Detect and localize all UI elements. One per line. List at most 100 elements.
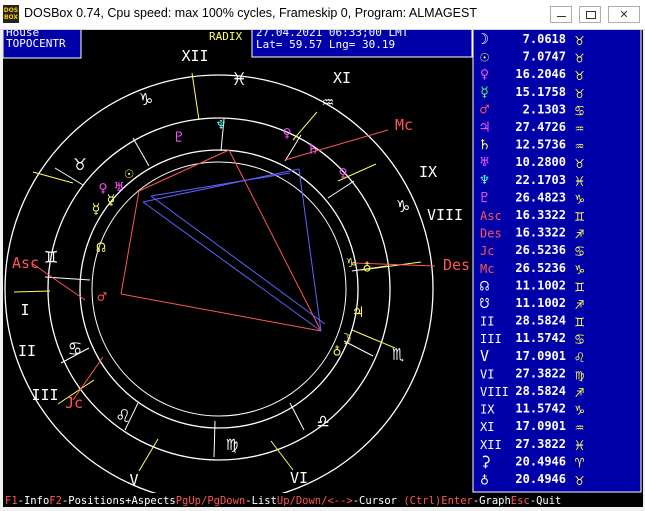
svg-text:Des: Des (443, 256, 470, 274)
dosbox-icon: DOS BOX (3, 5, 19, 23)
minimize-button[interactable] (550, 6, 572, 23)
status-line: F1-InfoF2-Positions+AspectsPgUp/PgDown-L… (5, 495, 561, 507)
sun-row-sign: ♉ (575, 49, 584, 67)
svg-text:♆: ♆ (216, 116, 225, 134)
jupiter-row-glyph: ♃ (480, 118, 489, 136)
mc-row-value: 26.5236 (515, 261, 566, 275)
svg-text:VIII: VIII (427, 206, 463, 224)
svg-text:♑: ♑ (346, 253, 355, 271)
svg-text:☊: ☊ (96, 238, 105, 256)
window-title: DOSBox 0.74, Cpu speed: max 100% cycles,… (24, 6, 477, 20)
svg-text:IX: IX (419, 163, 437, 181)
close-button[interactable]: ✕ (608, 6, 640, 23)
svg-text:♇: ♇ (174, 128, 183, 146)
svg-text:Jc: Jc (65, 394, 83, 412)
svg-text:♓: ♓ (233, 66, 245, 90)
svg-text:☿: ☿ (91, 200, 100, 218)
house-11-row-glyph: XI (480, 420, 494, 434)
svg-text:♏: ♏ (392, 341, 404, 365)
radix-label: RADIX (209, 30, 242, 43)
svg-text:Asc: Asc (12, 254, 39, 272)
south-node-row-glyph: ☋ (480, 294, 489, 312)
house-6-row-glyph: VI (480, 367, 494, 381)
house-12-row-glyph: XII (480, 438, 502, 452)
esc-quit-label: -Quit (530, 495, 562, 507)
f1-info-label: -Info (18, 495, 50, 507)
ceres-row-sign: ♈ (575, 453, 584, 471)
ceres-row-value: 20.4946 (515, 454, 566, 468)
f1-info-key[interactable]: F1 (5, 495, 18, 507)
svg-text:II: II (18, 342, 36, 360)
north-node-row-glyph: ☊ (480, 276, 489, 294)
svg-text:♅: ♅ (114, 178, 123, 196)
jc-row-value: 26.5236 (515, 243, 566, 257)
f2-positions-key[interactable]: F2 (49, 495, 62, 507)
pluto-row-sign: ♑ (575, 189, 584, 207)
uranus-row-sign: ♉ (575, 154, 584, 172)
venus-row-glyph: ♀ (480, 65, 489, 83)
neptune-row-value: 22.1703 (515, 173, 566, 187)
moon-row-sign: ♉ (575, 31, 584, 49)
house-8-row-sign: ♐ (575, 383, 584, 401)
title-bar[interactable]: DOS BOX DOSBox 0.74, Cpu speed: max 100% … (0, 0, 645, 30)
svg-text:♒: ♒ (322, 89, 334, 113)
svg-text:♎: ♎ (317, 409, 329, 433)
pgup-pgdown-list-key[interactable]: PgUp/PgDown (176, 495, 246, 507)
uranus-row-value: 10.2800 (515, 155, 566, 169)
esc-quit-key[interactable]: Esc (511, 495, 530, 507)
coords-text: Lat= 59.57 Lng= 30.19 (256, 38, 395, 51)
sun-row-value: 7.0747 (523, 50, 566, 64)
close-icon: ✕ (619, 8, 629, 21)
svg-text:♁: ♁ (362, 257, 371, 275)
neptune-row-sign: ♓ (575, 172, 584, 190)
jc-row-sign: ♋ (575, 242, 584, 260)
house-2-row-sign: ♊ (575, 313, 584, 331)
svg-text:♊: ♊ (45, 244, 57, 268)
svg-text:♀: ♀ (282, 124, 291, 142)
status-bar-items: F1-InfoF2-Positions+AspectsPgUp/PgDown-L… (5, 495, 561, 507)
asc-row-value: 16.3322 (515, 208, 566, 222)
pgup-pgdown-list-label: -List (245, 495, 277, 507)
jc-row-glyph: Jc (480, 244, 494, 258)
svg-text:VI: VI (290, 469, 308, 487)
svg-text:♑: ♑ (397, 193, 409, 217)
des-row-glyph: Des (480, 227, 502, 241)
dos-screen[interactable]: House TOPOCENTR RADIX 27.04.2021 06:33;0… (2, 25, 643, 507)
svg-text:♀: ♀ (338, 164, 347, 182)
svg-text:♑: ♑ (140, 86, 152, 110)
south-node-row-value: 11.1002 (515, 296, 566, 310)
ceres-row-glyph: ⚳ (480, 452, 491, 470)
venus-row-sign: ♉ (575, 66, 584, 84)
saturn-row-value: 12.5736 (515, 138, 566, 152)
maximize-button[interactable] (579, 6, 601, 23)
house-6-row-sign: ♍ (575, 365, 584, 383)
svg-text:♋: ♋ (69, 336, 81, 360)
house-3-row-glyph: III (480, 332, 502, 346)
arrows-cursor-key[interactable]: Up/Down/<--> (277, 495, 353, 507)
house-system-label: TOPOCENTR (6, 37, 66, 50)
svg-text:XI: XI (333, 69, 351, 87)
svg-text:♃: ♃ (353, 303, 362, 321)
asc-row-glyph: Asc (480, 209, 502, 223)
svg-text:Mc: Mc (395, 116, 413, 134)
house-6-row-value: 27.3822 (515, 366, 566, 380)
mars-row-glyph: ♂ (480, 100, 489, 118)
house-3-row-sign: ♋ (575, 330, 584, 348)
mc-row-sign: ♑ (575, 260, 584, 278)
house-9-row-value: 11.5742 (515, 402, 566, 416)
house-9-row-glyph: IX (480, 403, 495, 417)
saturn-row-sign: ♒ (575, 137, 584, 155)
f2-positions-label: -Positions+Aspects (62, 495, 176, 507)
chart-canvas: House TOPOCENTR RADIX 27.04.2021 06:33;0… (2, 25, 643, 507)
house-5-row-sign: ♌ (575, 348, 584, 366)
uranus-row-glyph: ♅ (480, 153, 489, 171)
house-12-row-value: 27.3822 (515, 437, 566, 451)
asc-row-sign: ♊ (575, 207, 584, 225)
north-node-row-sign: ♊ (575, 277, 584, 295)
venus-row-value: 16.2046 (515, 67, 566, 81)
ctrl-enter-graph-key[interactable]: (Ctrl)Enter (403, 495, 473, 507)
svg-text:☉: ☉ (124, 164, 133, 182)
svg-text:III: III (31, 386, 58, 404)
house-12-row-sign: ♓ (575, 436, 584, 454)
jupiter-row-value: 27.4726 (515, 120, 566, 134)
